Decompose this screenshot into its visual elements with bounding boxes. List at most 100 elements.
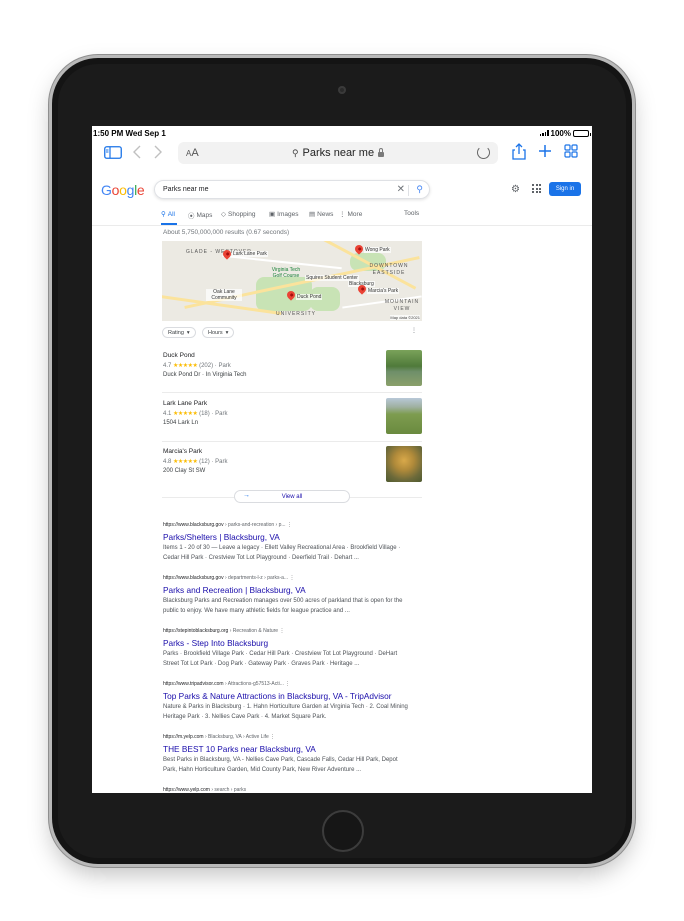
google-search-box[interactable]: Parks near me ✕ ⚲ — [154, 180, 430, 199]
star-rating-icon: ★★★★★ — [173, 411, 198, 417]
result-url[interactable]: https://www.blacksburg.gov › parks-and-r… — [163, 522, 408, 530]
result-snippet: Best Parks in Blacksburg, VA - Nellies C… — [163, 757, 398, 773]
tab-news[interactable]: ▤ News — [309, 210, 333, 219]
local-map[interactable]: GLADE - WESTOVER DOWNTOWN EASTSIDE MOUNT… — [162, 241, 422, 321]
battery-icon — [573, 129, 591, 137]
back-icon[interactable] — [133, 145, 141, 159]
result-title-link[interactable]: Parks and Recreation | Blacksburg, VA — [163, 585, 408, 595]
new-tab-icon[interactable] — [538, 144, 552, 158]
search-result: https://www.tripadvisor.com › Attraction… — [163, 681, 408, 722]
reload-icon[interactable] — [477, 146, 490, 159]
arrow-right-icon: → — [243, 492, 250, 499]
more-options-icon[interactable]: ⋮ — [411, 327, 417, 334]
ipad-screen: 1:50 PM Wed Sep 1 100% AA ⚲ Parks near m… — [92, 126, 592, 793]
place-thumbnail[interactable] — [386, 350, 422, 386]
place-address: Duck Pond Dr · In Virginia Tech — [163, 372, 247, 378]
status-time: 1:50 PM — [93, 128, 124, 138]
result-snippet: Items 1 - 20 of 30 — Leave a legacy · El… — [163, 545, 401, 561]
google-logo[interactable]: Google — [101, 182, 145, 198]
tag-icon: ◇ — [221, 211, 226, 218]
clear-icon[interactable]: ✕ — [397, 184, 405, 195]
place-rating: 4.7 ★★★★★ (202) · Park — [163, 363, 231, 369]
address-bar[interactable]: AA ⚲ Parks near me — [178, 142, 498, 164]
more-options-icon: ⋮ — [286, 522, 292, 528]
result-url[interactable]: https://www.yelp.com › search › parks — [163, 787, 408, 793]
view-all-row: → View all — [162, 490, 422, 504]
search-tabs: ⚲ All ⦿ Maps ◇ Shopping ▣ Images ▤ News ⋮ More… — [161, 210, 423, 222]
place-rating: 4.1 ★★★★★ (18) · Park — [163, 411, 228, 417]
apps-grid-icon[interactable] — [532, 184, 541, 193]
result-title-link[interactable]: Top Parks & Nature Attractions in Blacks… — [163, 691, 408, 701]
front-camera — [338, 86, 346, 94]
result-title-link[interactable]: THE BEST 10 Parks near Blacksburg, VA — [163, 744, 408, 754]
place-card-marcias-park[interactable]: Marcia's Park 4.8 ★★★★★ (12) · Park 200 … — [162, 446, 422, 492]
map-area-label: DOWNTOWN EASTSIDE — [369, 263, 409, 276]
star-rating-icon: ★★★★★ — [173, 459, 198, 465]
search-divider — [408, 185, 409, 196]
status-bar: 1:50 PM Wed Sep 1 100% — [92, 126, 592, 140]
search-icon[interactable]: ⚲ — [416, 184, 423, 195]
result-url[interactable]: https://m.yelp.com › Blacksburg, VA › Ac… — [163, 734, 408, 742]
rating-filter-chip[interactable]: Rating ▾ — [162, 327, 196, 338]
tab-more[interactable]: ⋮ More — [339, 210, 362, 219]
lock-icon — [378, 147, 385, 157]
news-icon: ▤ — [309, 211, 316, 218]
reader-button[interactable]: AA — [186, 147, 199, 159]
place-address: 1504 Lark Ln — [163, 420, 199, 426]
google-header: Google Parks near me ✕ ⚲ ⚙ Sign in — [92, 178, 592, 206]
hours-filter-chip[interactable]: Hours ▾ — [202, 327, 235, 338]
map-poi-label: Duck Pond — [296, 294, 323, 300]
place-thumbnail[interactable] — [386, 446, 422, 482]
result-url[interactable]: https://stepintoblacksburg.org › Recreat… — [163, 628, 408, 636]
result-title-link[interactable]: Parks - Step Into Blacksburg — [163, 638, 408, 648]
tab-images[interactable]: ▣ Images — [269, 210, 298, 219]
result-snippet: Parks · Brookfield Village Park · Cedar … — [163, 651, 398, 667]
share-icon[interactable] — [512, 143, 526, 160]
search-icon: ⚲ — [291, 147, 299, 158]
place-divider — [162, 392, 422, 393]
safari-toolbar: AA ⚲ Parks near me — [92, 140, 592, 168]
star-rating-icon: ★★★★★ — [173, 363, 198, 369]
more-options-icon: ⋮ — [285, 681, 291, 687]
place-thumbnail[interactable] — [386, 398, 422, 434]
result-snippet: Blacksburg Parks and Recreation manages … — [163, 598, 403, 614]
battery-percent: 100% — [550, 128, 571, 138]
chevron-down-icon: ▾ — [225, 329, 229, 336]
address-text: Parks near me — [302, 147, 375, 159]
map-area-label: MOUNTAIN VIEW — [384, 299, 420, 312]
result-url[interactable]: https://www.blacksburg.gov › departments… — [163, 575, 408, 583]
settings-gear-icon[interactable]: ⚙ — [511, 184, 520, 195]
place-name: Marcia's Park — [163, 448, 203, 455]
map-pin-icon: ⦿ — [188, 213, 195, 220]
status-date: Wed Sep 1 — [125, 128, 166, 138]
chevron-down-icon: ▾ — [186, 329, 190, 336]
place-card-duck-pond[interactable]: Duck Pond 4.7 ★★★★★ (202) · Park Duck Po… — [162, 350, 422, 396]
tab-all[interactable]: ⚲ All — [161, 210, 175, 219]
tabs-overview-icon[interactable] — [564, 144, 578, 158]
home-button[interactable] — [322, 810, 364, 852]
search-result: https://www.blacksburg.gov › departments… — [163, 575, 408, 616]
place-name: Duck Pond — [163, 352, 195, 359]
place-address: 200 Clay St SW — [163, 468, 206, 474]
sidebar-icon[interactable] — [104, 146, 122, 159]
tab-tools[interactable]: Tools — [404, 210, 419, 217]
search-result: https://m.yelp.com › Blacksburg, VA › Ac… — [163, 734, 408, 775]
view-all-button[interactable]: → View all — [234, 490, 350, 503]
result-url[interactable]: https://www.tripadvisor.com › Attraction… — [163, 681, 408, 689]
sign-in-button[interactable]: Sign in — [549, 182, 581, 196]
search-result: https://www.blacksburg.gov › parks-and-r… — [163, 522, 408, 563]
tab-maps[interactable]: ⦿ Maps — [188, 210, 212, 221]
tabs-divider — [92, 225, 592, 226]
map-poi-label: Oak Lane Community — [206, 289, 242, 301]
search-result: https://stepintoblacksburg.org › Recreat… — [163, 628, 408, 669]
place-rating: 4.8 ★★★★★ (12) · Park — [163, 459, 228, 465]
signal-icon — [539, 130, 549, 136]
map-poi-label: Lark Lane Park — [232, 251, 268, 257]
forward-icon[interactable] — [154, 145, 162, 159]
tab-shopping[interactable]: ◇ Shopping — [221, 210, 255, 219]
result-title-link[interactable]: Parks/Shelters | Blacksburg, VA — [163, 532, 408, 542]
map-credit: Map data ©2021 — [390, 315, 420, 320]
more-options-icon: ⋮ — [289, 575, 295, 581]
map-poi-label: Wong Park — [364, 247, 391, 253]
place-card-lark-lane-park[interactable]: Lark Lane Park 4.1 ★★★★★ (18) · Park 150… — [162, 398, 422, 444]
